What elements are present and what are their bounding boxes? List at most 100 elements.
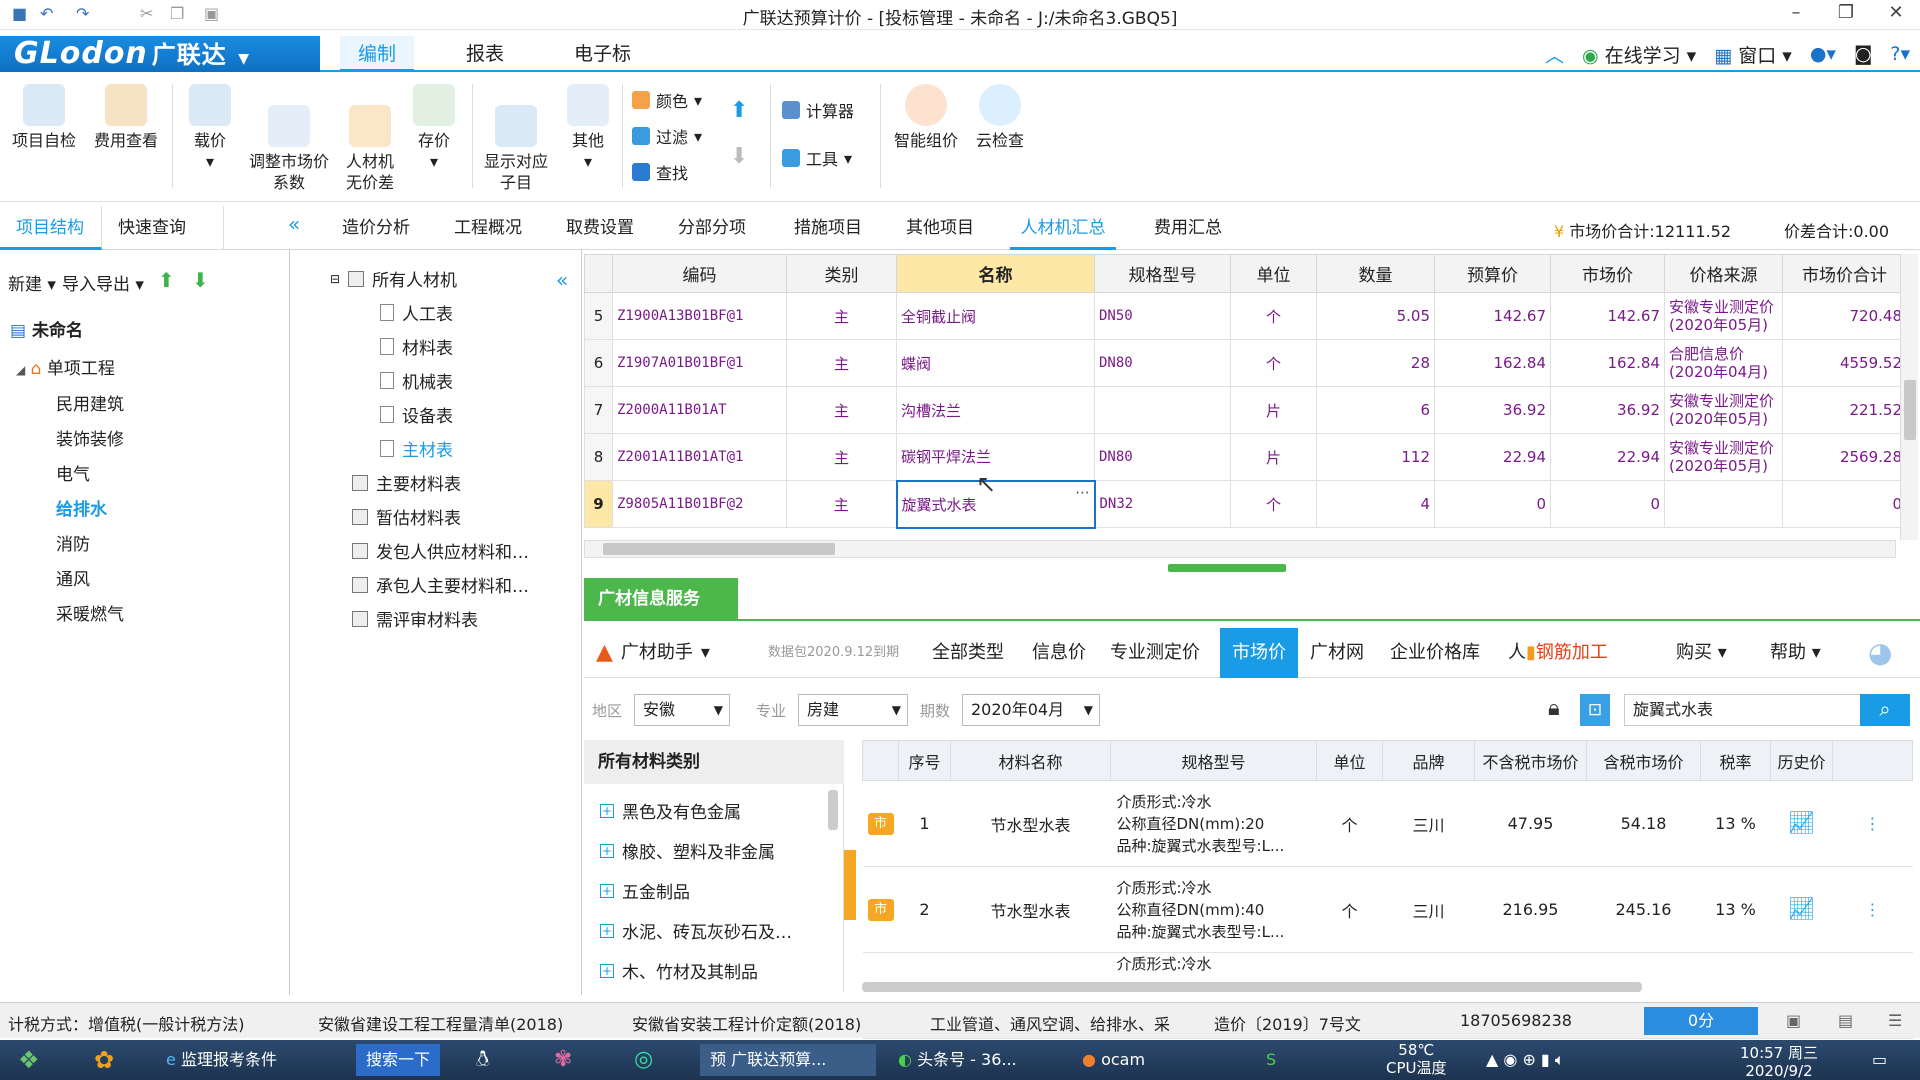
taskbar-item-ocam[interactable]: ● ocam (1072, 1044, 1232, 1076)
tab-sub-items[interactable]: 分部分项 (664, 206, 760, 250)
move-down-icon[interactable]: ⬇ (730, 144, 748, 169)
menu-tab-ebid[interactable]: 电子标 (556, 36, 649, 72)
grid-col-name[interactable]: 名称 (896, 254, 1095, 293)
category-cement[interactable]: + 水泥、砖瓦灰砂石及… (600, 918, 792, 943)
horizontal-scrollbar[interactable] (584, 540, 1896, 558)
tab-other-items[interactable]: 其他项目 (892, 206, 988, 250)
tab-rebar-processing[interactable]: ▮钢筋加工 (1526, 628, 1608, 678)
project-check-button[interactable]: 项目自检 (8, 84, 80, 151)
row-more-icon[interactable]: ⋮ (1832, 780, 1913, 867)
chevron-up-icon[interactable]: ︿ (1545, 41, 1564, 68)
tab-project-overview[interactable]: 工程概况 (440, 206, 536, 250)
window-menu-button[interactable]: ▦ 窗口 ▾ (1714, 41, 1792, 68)
adjust-market-price-button[interactable]: 调整市场价 系数 (244, 84, 334, 193)
tree-item-heating-gas[interactable]: 采暖燃气 (56, 600, 124, 625)
cloud-check-button[interactable]: 云检查 (968, 84, 1032, 151)
category-labor[interactable]: 人工表 (380, 300, 453, 325)
expand-icon[interactable]: + (600, 803, 614, 818)
category-main-material[interactable]: 主材表 (380, 436, 453, 461)
arrow-down-icon[interactable]: ⬇ (192, 268, 209, 292)
filter-button[interactable]: 过滤 ▾ (632, 124, 702, 148)
grid-col-qty[interactable]: 数量 (1316, 254, 1435, 293)
tab-project-structure[interactable]: 项目结构 (0, 206, 102, 250)
ellipsis-icon[interactable]: ··· (1075, 484, 1089, 502)
grid-col-code[interactable]: 编码 (612, 254, 787, 293)
search-icon[interactable]: ⌕ (1860, 694, 1910, 726)
restore-icon[interactable]: ❐ (1826, 2, 1866, 28)
vertical-scrollbar[interactable] (1900, 254, 1918, 540)
service-icon[interactable]: ◙ (1854, 43, 1872, 65)
notification-icon[interactable]: ▭ (1862, 1044, 1897, 1076)
table-row[interactable]: 市 2 节水型水表 介质形式:冷水 公称直径DN(mm):40 品种:旋翼式水表型号… (862, 866, 1913, 953)
expand-icon[interactable]: + (600, 843, 614, 858)
grid-col-spec[interactable]: 规格型号 (1094, 254, 1231, 293)
tab-cost-analysis[interactable]: 造价分析 (328, 206, 424, 250)
grid-col-budget[interactable]: 预算价 (1434, 254, 1551, 293)
find-button[interactable]: 查找 (632, 160, 688, 184)
load-price-button[interactable]: 载价 ▾ (180, 84, 240, 172)
lock-icon[interactable]: 🔒︎ (1548, 696, 1560, 721)
grid-col-total[interactable]: 市场价合计 (1782, 254, 1907, 293)
clock[interactable]: 10:57 周三 2020/9/2 (1730, 1044, 1828, 1080)
expand-icon[interactable]: + (600, 923, 614, 938)
category-root[interactable]: ⊟ 所有人材机 (330, 266, 457, 291)
grid-col-type[interactable]: 类别 (786, 254, 897, 293)
mat-col-brand[interactable]: 品牌 (1382, 740, 1475, 781)
move-up-icon[interactable]: ⬆ (730, 98, 748, 123)
view-normal-icon[interactable]: ▣ (1786, 1011, 1801, 1030)
table-row[interactable]: 8 Z2001A11B01AT@1 主 碳钢平焊法兰 DN80 片 112 22… (584, 433, 1907, 481)
tree-unit[interactable]: ◢ ⌂ 单项工程 (16, 354, 115, 379)
table-row[interactable]: 5 Z1900A13B01BF@1 主 全铜截止阀 DN50 个 5.05 14… (584, 292, 1907, 340)
taskbar-search-button[interactable]: 搜索一下 (356, 1044, 441, 1076)
start-icon[interactable]: ❖ (8, 1044, 50, 1076)
category-wood[interactable]: + 木、竹材及其制品 (600, 958, 758, 983)
period-select[interactable]: 2020年04月 ▼ (962, 694, 1100, 726)
mat-col-name[interactable]: 材料名称 (950, 740, 1111, 781)
material-search-input[interactable]: 旋翼式水表 (1624, 694, 1900, 726)
category-scroll-thumb[interactable] (828, 790, 838, 830)
no-price-diff-button[interactable]: 人材机 无价差 (338, 84, 402, 193)
cost-view-button[interactable]: 费用查看 (90, 84, 162, 151)
tree-item-electrical[interactable]: 电气 (56, 460, 90, 485)
import-export-button[interactable]: 导入导出 ▾ (62, 270, 144, 295)
table-row[interactable]: 市 1 节水型水表 介质形式:冷水 公称直径DN(mm):20 品种:旋翼式水表型号… (862, 780, 1913, 867)
tab-info-price[interactable]: 信息价 (1032, 628, 1086, 678)
tray-s-icon[interactable]: S (1256, 1044, 1286, 1076)
mat-col-history[interactable]: 历史价 (1770, 740, 1833, 781)
splitter-handle[interactable] (1168, 564, 1286, 572)
category-machine[interactable]: 机械表 (380, 368, 453, 393)
row-more-icon[interactable]: ⋮ (1832, 866, 1913, 953)
grid-col-source[interactable]: 价格来源 (1664, 254, 1783, 293)
mat-col-price-in[interactable]: 含税市场价 (1586, 740, 1701, 781)
grid-col-unit[interactable]: 单位 (1230, 254, 1317, 293)
tab-labor-material-summary[interactable]: 人材机汇总 (1010, 206, 1116, 250)
collapse-left-icon[interactable]: « (288, 212, 300, 236)
save-price-button[interactable]: 存价 ▾ (404, 84, 464, 172)
arrow-up-icon[interactable]: ⬆ (158, 268, 175, 292)
score-button[interactable]: 0分 (1644, 1007, 1758, 1035)
tab-person[interactable]: 人 (1508, 628, 1526, 678)
menu-tab-edit[interactable]: 编制 (340, 36, 415, 72)
mat-col-spec[interactable]: 规格型号 (1110, 740, 1317, 781)
help-menu-button[interactable]: 帮助 ▾ (1770, 628, 1821, 678)
table-row[interactable]: 7 Z2000A11B01AT 主 沟槽法兰 片 6 36.92 36.92 安… (584, 386, 1907, 434)
category-metal[interactable]: + 黑色及有色金属 (600, 798, 741, 823)
scroll-thumb[interactable] (603, 543, 835, 555)
view-compact-icon[interactable]: ☰ (1888, 1011, 1902, 1030)
tree-item-decoration[interactable]: 装饰装修 (56, 425, 124, 450)
menu-tab-report[interactable]: 报表 (448, 36, 522, 72)
mat-col-no[interactable]: 序号 (898, 740, 951, 781)
grid-col-market[interactable]: 市场价 (1550, 254, 1665, 293)
tab-fee-summary[interactable]: 费用汇总 (1140, 206, 1236, 250)
close-icon[interactable]: ✕ (1876, 2, 1916, 28)
unlock-icon[interactable]: ⊡ (1580, 694, 1610, 726)
expand-icon[interactable]: + (600, 883, 614, 898)
category-hardware[interactable]: + 五金制品 (600, 878, 690, 903)
tab-fee-settings[interactable]: 取费设置 (552, 206, 648, 250)
tree-item-ventilation[interactable]: 通风 (56, 565, 90, 590)
assistant-button[interactable]: ▲ 广材助手 ▾ (596, 628, 710, 678)
smart-pricing-button[interactable]: 智能组价 (886, 84, 966, 151)
table-row-selected[interactable]: 9 Z9805A11B01BF@2 主 旋翼式水表 ··· DN32 个 4 0 … (584, 479, 1907, 529)
view-list-icon[interactable]: ▤ (1838, 1011, 1853, 1030)
tab-all-types[interactable]: 全部类型 (932, 628, 1004, 678)
